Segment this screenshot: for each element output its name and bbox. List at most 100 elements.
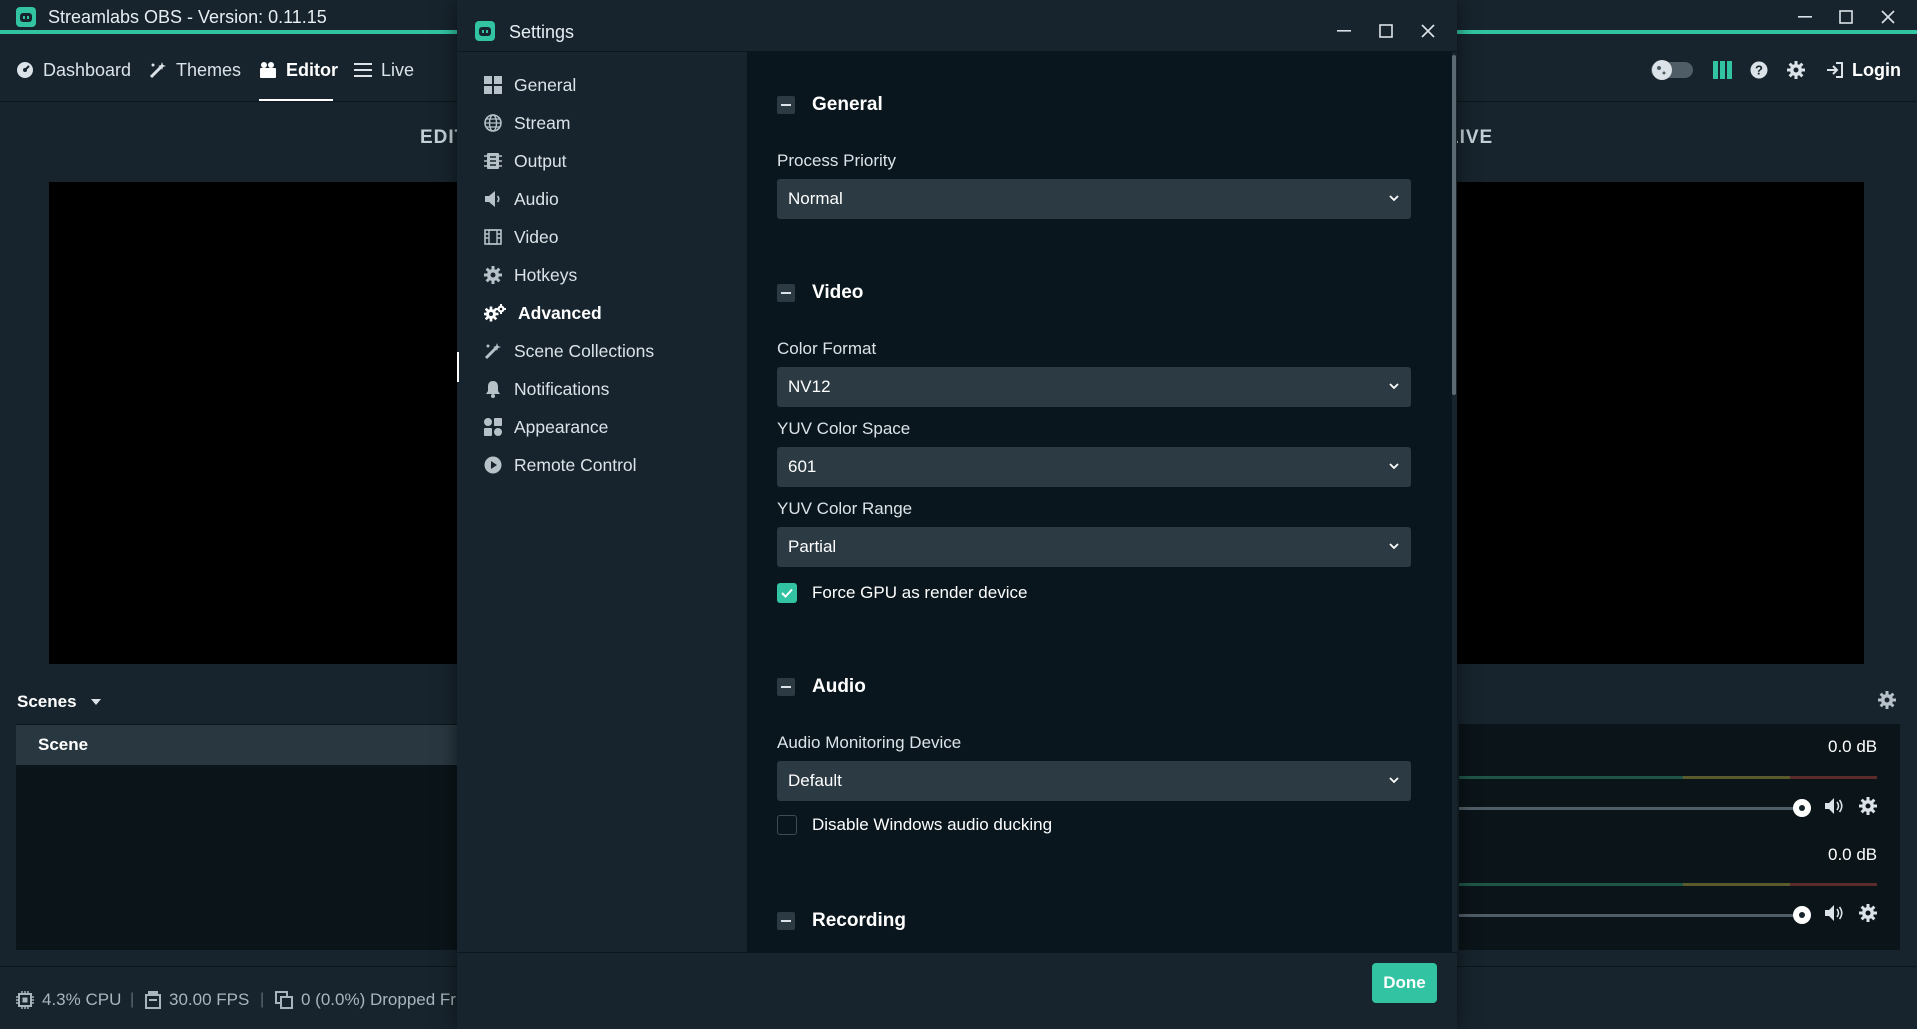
mixer-channel-settings-button[interactable] xyxy=(1859,797,1877,815)
force-gpu-label: Force GPU as render device xyxy=(812,583,1028,602)
sign-in-icon xyxy=(1827,62,1843,78)
chevron-down-icon xyxy=(1389,383,1399,390)
caret-down-icon xyxy=(90,699,101,705)
minimize-button[interactable] xyxy=(1791,3,1819,31)
disable-ducking-checkbox[interactable] xyxy=(777,815,797,835)
cpu-value: 4.3% CPU xyxy=(42,990,122,1009)
minimize-icon xyxy=(1337,30,1351,32)
volume-slider-handle[interactable] xyxy=(1793,906,1811,924)
collapse-toggle[interactable] xyxy=(777,284,795,302)
svg-text:?: ? xyxy=(1755,63,1763,78)
dashboard-icon xyxy=(17,62,33,78)
yuv-color-space-label: YUV Color Space xyxy=(777,419,911,438)
yuv-color-range-select[interactable]: Partial xyxy=(777,527,1411,567)
nav-live[interactable]: Live xyxy=(354,38,414,102)
mute-button[interactable] xyxy=(1824,797,1844,815)
mixer-channel-settings-button[interactable] xyxy=(1859,904,1877,922)
checkmark-icon xyxy=(781,588,793,598)
dropped-frames-value: 0 (0.0%) Dropped Fr xyxy=(301,990,456,1009)
login-button[interactable]: Login xyxy=(1826,38,1901,102)
editor-icon xyxy=(260,62,276,78)
dropped-frames-status: 0 (0.0%) Dropped Fr xyxy=(275,990,456,1010)
process-priority-value: Normal xyxy=(788,189,843,208)
color-format-select[interactable]: NV12 xyxy=(777,367,1411,407)
nav-dashboard[interactable]: Dashboard xyxy=(16,38,131,102)
maximize-icon xyxy=(1379,24,1393,38)
chevron-down-icon xyxy=(1389,777,1399,784)
close-button[interactable] xyxy=(1874,3,1902,31)
volume-slider-handle[interactable] xyxy=(1793,799,1811,817)
status-separator: | xyxy=(130,991,135,1008)
disable-ducking-label: Disable Windows audio ducking xyxy=(812,815,1053,834)
volume-slider-track[interactable] xyxy=(1459,914,1802,917)
settings-maximize-button[interactable] xyxy=(1371,16,1401,46)
gear-icon xyxy=(1859,904,1877,922)
yuv-color-space-select[interactable]: 601 xyxy=(777,447,1411,487)
settings-gear-button[interactable] xyxy=(1787,38,1805,102)
collapse-toggle[interactable] xyxy=(777,912,795,930)
section-title: General xyxy=(812,94,883,115)
section-general-header[interactable]: General xyxy=(777,94,883,116)
login-label: Login xyxy=(1852,59,1901,80)
edit-preview-canvas[interactable] xyxy=(49,182,459,664)
section-video-header[interactable]: Video xyxy=(777,282,863,304)
section-title: Video xyxy=(812,282,864,303)
audio-monitoring-select[interactable]: Default xyxy=(777,761,1411,801)
audio-monitoring-value: Default xyxy=(788,771,842,790)
close-icon xyxy=(1421,24,1435,38)
scene-list-item[interactable]: Scene xyxy=(16,725,458,765)
settings-title: Settings xyxy=(509,22,575,42)
app-title: Streamlabs OBS - Version: 0.11.15 xyxy=(48,7,327,27)
studio-mode-button[interactable] xyxy=(1713,38,1733,102)
settings-close-button[interactable] xyxy=(1413,16,1443,46)
maximize-button[interactable] xyxy=(1832,3,1860,31)
minimize-icon xyxy=(1798,16,1812,18)
process-priority-select[interactable]: Normal xyxy=(777,179,1411,219)
done-button[interactable]: Done xyxy=(1372,963,1437,1003)
gear-icon xyxy=(1859,797,1877,815)
volume-meter-green xyxy=(1459,776,1683,779)
columns-icon xyxy=(1713,61,1732,79)
fps-status: 30.00 FPS xyxy=(145,990,249,1010)
section-audio-header[interactable]: Audio xyxy=(777,676,866,698)
yuv-color-range-label: YUV Color Range xyxy=(777,499,913,518)
volume-meter-red xyxy=(1790,883,1877,886)
collapse-toggle[interactable] xyxy=(777,678,795,696)
color-format-label: Color Format xyxy=(777,339,877,358)
nav-themes-label: Themes xyxy=(176,59,242,80)
settings-minimize-button[interactable] xyxy=(1329,16,1359,46)
help-button[interactable]: ? xyxy=(1750,38,1768,102)
nav-editor[interactable]: Editor xyxy=(259,38,338,102)
chevron-down-icon xyxy=(1389,543,1399,550)
mute-button[interactable] xyxy=(1824,904,1844,922)
fps-value: 30.00 FPS xyxy=(169,990,250,1009)
scenes-title: Scenes xyxy=(17,692,77,711)
streamlabs-logo-icon xyxy=(16,7,36,27)
settings-dialog: Settings General Stream Output Audio Vid… xyxy=(457,0,1457,1029)
nav-themes[interactable]: Themes xyxy=(149,38,241,102)
force-gpu-checkbox-row[interactable]: Force GPU as render device xyxy=(777,583,1027,603)
section-title: Recording xyxy=(812,910,906,931)
color-format-value: NV12 xyxy=(788,377,831,396)
volume-meter-yellow xyxy=(1683,883,1790,886)
force-gpu-checkbox[interactable] xyxy=(777,583,797,603)
nav-live-label: Live xyxy=(381,59,415,80)
section-recording-header[interactable]: Recording xyxy=(777,910,906,932)
collapse-toggle[interactable] xyxy=(777,96,795,114)
streamlabs-logo-icon xyxy=(475,21,495,41)
scenes-header[interactable]: Scenes xyxy=(17,692,101,712)
film-icon xyxy=(145,991,161,1009)
live-preview-canvas[interactable] xyxy=(1457,182,1864,664)
disable-ducking-checkbox-row[interactable]: Disable Windows audio ducking xyxy=(777,815,1052,835)
settings-title-bar: Settings xyxy=(457,0,1457,52)
status-separator: | xyxy=(260,991,265,1008)
frames-icon xyxy=(275,991,293,1009)
mixer-channel-db: 0.0 dB xyxy=(1828,845,1878,864)
volume-meter-yellow xyxy=(1683,776,1790,779)
night-mode-toggle[interactable] xyxy=(1651,38,1693,102)
chevron-down-icon xyxy=(1389,463,1399,470)
process-priority-label: Process Priority xyxy=(777,151,897,170)
volume-slider-track[interactable] xyxy=(1459,807,1802,810)
settings-scrollbar-thumb[interactable] xyxy=(1452,55,1456,395)
mixer-settings-button[interactable] xyxy=(1878,691,1896,709)
